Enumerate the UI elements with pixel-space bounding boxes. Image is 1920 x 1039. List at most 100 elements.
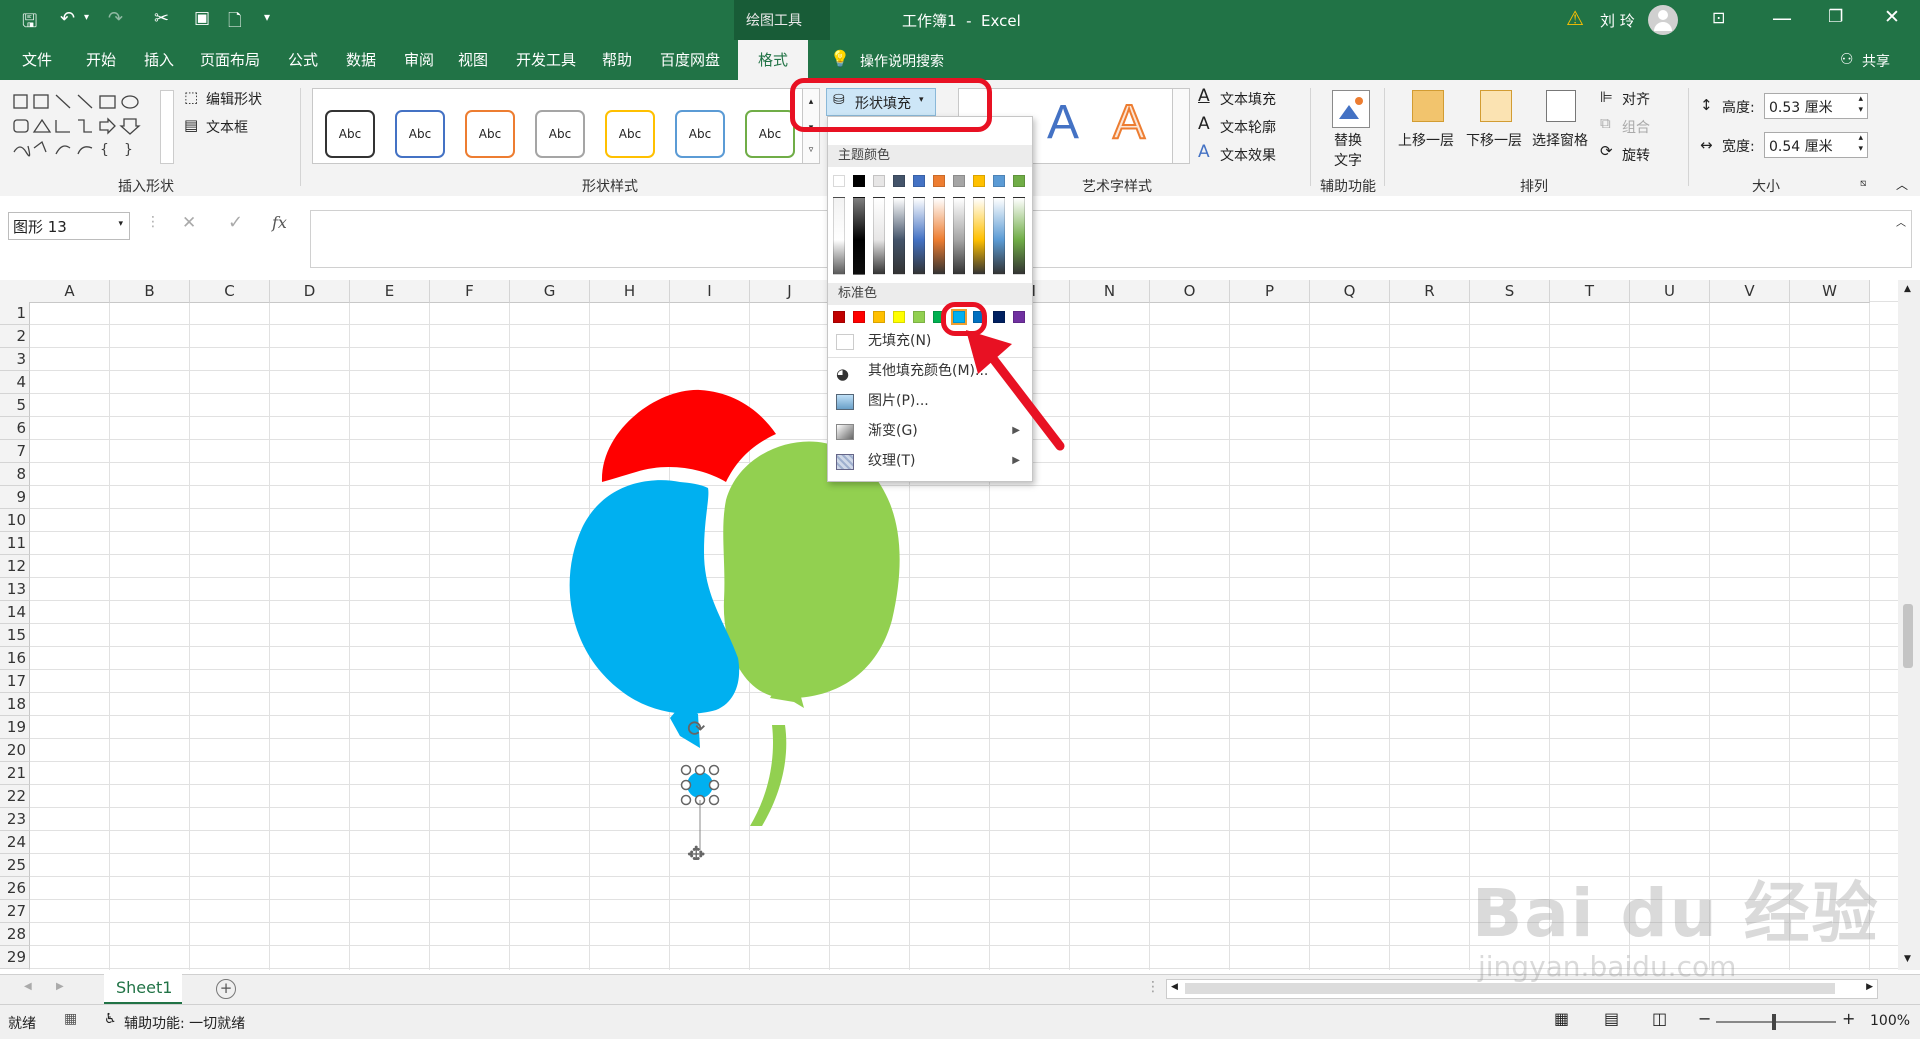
page-break-view-icon[interactable]: ◫ [1652, 1009, 1667, 1028]
column-header[interactable]: H [590, 280, 670, 303]
select-all-button[interactable] [0, 280, 31, 303]
theme-color-swatch[interactable] [913, 175, 925, 187]
scroll-left-icon[interactable]: ◀ [1171, 982, 1178, 992]
scroll-down-icon[interactable]: ▼ [1904, 954, 1911, 964]
group-button[interactable]: 组合 [1622, 117, 1650, 137]
bring-forward-icon[interactable] [1412, 90, 1444, 122]
row-header[interactable]: 17 [0, 670, 30, 693]
theme-color-swatch[interactable] [893, 175, 905, 187]
zoom-in-icon[interactable]: + [1842, 1009, 1855, 1028]
theme-color-swatch[interactable] [973, 175, 985, 187]
height-spinner-icon[interactable]: ▴ ▾ [1858, 94, 1863, 116]
column-header[interactable]: I [670, 280, 750, 303]
tab-file[interactable]: 文件 [22, 40, 52, 80]
theme-color-shades[interactable] [833, 197, 845, 275]
row-header[interactable]: 2 [0, 325, 30, 348]
tab-insert[interactable]: 插入 [144, 40, 174, 80]
column-header[interactable]: V [1710, 280, 1790, 303]
row-header[interactable]: 21 [0, 762, 30, 785]
new-file-icon[interactable]: 🗋 [228, 8, 242, 37]
zoom-out-icon[interactable]: − [1698, 1009, 1711, 1028]
tab-baidu-netdisk[interactable]: 百度网盘 [660, 40, 720, 80]
theme-color-swatch[interactable] [853, 175, 865, 187]
column-header[interactable]: Q [1310, 280, 1390, 303]
column-header[interactable]: J [750, 280, 830, 303]
column-header[interactable]: R [1390, 280, 1470, 303]
row-header[interactable]: 9 [0, 486, 30, 509]
warning-icon[interactable]: ⚠ [1566, 6, 1584, 30]
theme-color-shades[interactable] [933, 197, 945, 275]
shape-style-option[interactable]: Abc [325, 110, 375, 158]
theme-color-shades[interactable] [893, 197, 905, 275]
row-header[interactable]: 15 [0, 624, 30, 647]
align-button[interactable]: 对齐 [1622, 89, 1650, 109]
row-header[interactable]: 11 [0, 532, 30, 555]
undo-icon[interactable]: ↶ [60, 8, 75, 29]
row-header[interactable]: 5 [0, 394, 30, 417]
tab-view[interactable]: 视图 [458, 40, 488, 80]
sheet-tab-sheet1[interactable]: Sheet1 [104, 974, 182, 1005]
tab-formulas[interactable]: 公式 [288, 40, 318, 80]
zoom-slider-thumb[interactable] [1772, 1014, 1776, 1030]
edit-shape-button[interactable]: 编辑形状 [206, 89, 262, 109]
row-header[interactable]: 26 [0, 877, 30, 900]
standard-color-swatch[interactable] [833, 311, 845, 323]
share-button[interactable]: 共享 [1862, 51, 1890, 71]
row-header[interactable]: 19 [0, 716, 30, 739]
horizontal-scroll-thumb[interactable] [1185, 983, 1835, 994]
theme-color-shades[interactable] [913, 197, 925, 275]
column-header[interactable]: N [1070, 280, 1150, 303]
row-header[interactable]: 22 [0, 785, 30, 808]
tab-splitter-icon[interactable]: ⋮ [1146, 979, 1160, 995]
restore-icon[interactable]: ❐ [1828, 7, 1843, 27]
standard-color-swatch[interactable] [893, 311, 905, 323]
column-header[interactable]: P [1230, 280, 1310, 303]
standard-color-swatch[interactable] [853, 311, 865, 323]
close-icon[interactable]: ✕ [1884, 6, 1900, 28]
column-header[interactable]: C [190, 280, 270, 303]
user-name[interactable]: 刘 玲 [1600, 10, 1635, 31]
row-header[interactable]: 25 [0, 854, 30, 877]
theme-color-swatch[interactable] [953, 175, 965, 187]
column-header[interactable]: F [430, 280, 510, 303]
column-header[interactable]: D [270, 280, 350, 303]
column-header[interactable]: W [1790, 280, 1870, 303]
selection-pane-icon[interactable] [1546, 90, 1576, 122]
row-header[interactable]: 24 [0, 831, 30, 854]
shape-style-option[interactable]: Abc [675, 110, 725, 158]
scroll-thumb[interactable] [1903, 604, 1913, 668]
page-layout-view-icon[interactable]: ▤ [1604, 1009, 1619, 1028]
chevron-down-icon[interactable]: ▾ [118, 219, 123, 229]
customize-qat-icon[interactable]: ▾ [264, 10, 270, 24]
theme-color-swatch[interactable] [1013, 175, 1025, 187]
width-input[interactable]: 0.54 厘米 ▴ ▾ [1764, 132, 1868, 158]
name-box[interactable]: 图形 13 ▾ [8, 212, 130, 240]
row-header[interactable]: 14 [0, 601, 30, 624]
theme-color-swatch[interactable] [833, 175, 845, 187]
shape-style-option[interactable]: Abc [605, 110, 655, 158]
insert-function-icon[interactable]: fx [272, 213, 287, 232]
cut-icon[interactable]: ✂ [154, 8, 169, 29]
zoom-slider[interactable] [1716, 1014, 1836, 1030]
cancel-icon[interactable]: ✕ [182, 213, 196, 233]
text-outline-button[interactable]: 文本轮廓 [1220, 117, 1276, 137]
add-sheet-icon[interactable]: + [216, 979, 236, 999]
dialog-launcher-icon[interactable]: ⧅ [1860, 178, 1866, 189]
alt-text-icon[interactable] [1332, 90, 1370, 128]
shape-gallery-scroll[interactable] [160, 90, 174, 164]
formula-input[interactable] [310, 210, 1912, 268]
tab-review[interactable]: 审阅 [404, 40, 434, 80]
row-header[interactable]: 23 [0, 808, 30, 831]
text-effect-button[interactable]: 文本效果 [1220, 145, 1276, 165]
standard-color-swatch[interactable] [873, 311, 885, 323]
column-header[interactable]: G [510, 280, 590, 303]
row-header[interactable]: 10 [0, 509, 30, 532]
theme-color-shades[interactable] [973, 197, 985, 275]
ribbon-display-options-icon[interactable]: ⊡ [1712, 8, 1725, 27]
wordart-sample-blue[interactable]: A [1047, 95, 1079, 150]
row-header[interactable]: 7 [0, 440, 30, 463]
row-header[interactable]: 1 [0, 302, 30, 325]
tab-help[interactable]: 帮助 [602, 40, 632, 80]
row-header[interactable]: 12 [0, 555, 30, 578]
scroll-right-icon[interactable]: ▶ [1866, 982, 1873, 992]
